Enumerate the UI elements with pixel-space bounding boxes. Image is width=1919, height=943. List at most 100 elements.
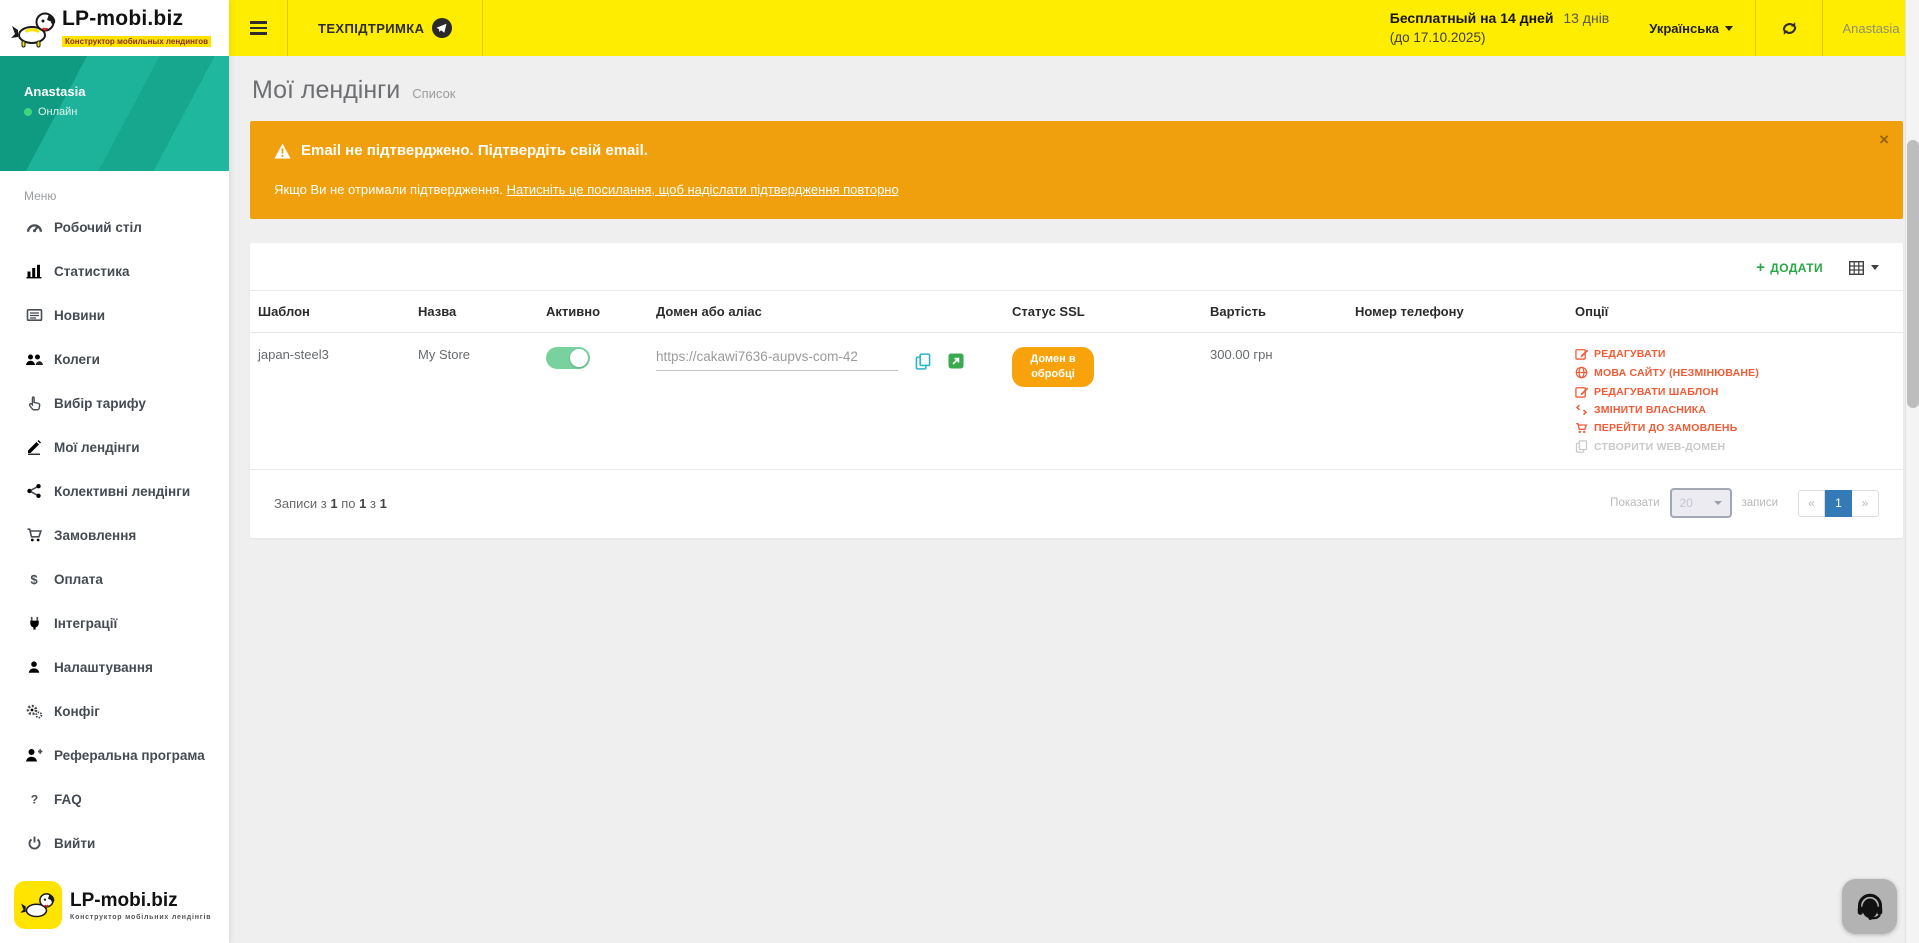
name-cell: My Store bbox=[410, 333, 538, 470]
site-language-option[interactable]: МОВА САЙТУ (НЕЗМІНЮВАНЕ) bbox=[1575, 366, 1897, 379]
page-scrollbar[interactable] bbox=[1905, 0, 1919, 943]
sidebar-item-label: Конфіг bbox=[54, 704, 100, 719]
prev-page-button[interactable]: « bbox=[1798, 490, 1825, 517]
footer-brand-tagline: Конструктор мобільних лендінгів bbox=[70, 914, 211, 921]
breadcrumb: Список bbox=[412, 86, 455, 101]
option-label: МОВА САЙТУ (НЕЗМІНЮВАНЕ) bbox=[1594, 367, 1759, 379]
create-web-domain-option: СТВОРИТИ WEB-ДОМЕН bbox=[1575, 440, 1897, 453]
change-owner-option[interactable]: ЗМІНИТИ ВЛАСНИКА bbox=[1575, 404, 1897, 416]
sidebar-item-colleagues[interactable]: Колеги bbox=[0, 337, 229, 381]
language-selector[interactable]: Українська bbox=[1627, 0, 1755, 56]
pager: « 1 » bbox=[1798, 490, 1879, 517]
users-icon bbox=[24, 351, 44, 367]
support-link[interactable]: ТЕХПІДТРИМКА bbox=[288, 0, 482, 56]
sidebar-item-label: Налаштування bbox=[54, 660, 153, 675]
records-summary: Записи з 1 по 1 з 1 bbox=[274, 496, 387, 511]
column-header: Шаблон bbox=[250, 291, 410, 333]
refresh-button[interactable] bbox=[1756, 0, 1822, 56]
support-chat-button[interactable] bbox=[1842, 879, 1897, 934]
footer-brand-logo[interactable]: LP-mobi.biz Конструктор мобільних лендін… bbox=[0, 871, 229, 943]
user-plus-icon bbox=[24, 747, 44, 763]
language-icon bbox=[1575, 366, 1590, 379]
trial-plan-label: Бесплатный на 14 дней bbox=[1390, 10, 1554, 26]
edit-template-option[interactable]: РЕДАГУВАТИ ШАБЛОН bbox=[1575, 385, 1897, 398]
option-label: ЗМІНИТИ ВЛАСНИКА bbox=[1594, 404, 1706, 416]
hand-icon bbox=[24, 395, 44, 411]
main-content: Мої лендінги Список × Email не підтвердж… bbox=[229, 56, 1919, 943]
sidebar-item-news[interactable]: Новини bbox=[0, 293, 229, 337]
page-size-select[interactable]: 20 bbox=[1670, 488, 1732, 518]
active-cell bbox=[538, 333, 648, 470]
sidebar-item-label: Мої лендінги bbox=[54, 440, 140, 455]
alert-body: Якщо Ви не отримали підтвердження. Натис… bbox=[274, 182, 1879, 197]
sidebar-item-label: Вибір тарифу bbox=[54, 396, 146, 411]
active-toggle[interactable] bbox=[546, 347, 590, 369]
page-1-button[interactable]: 1 bbox=[1825, 490, 1852, 517]
show-label: Показати bbox=[1610, 497, 1659, 509]
domain-input[interactable] bbox=[656, 347, 898, 371]
sidebar-item-collective-landings[interactable]: Колективні лендінги bbox=[0, 469, 229, 513]
trial-until-date: (до 17.10.2025) bbox=[1390, 28, 1610, 48]
svg-text:?: ? bbox=[30, 792, 37, 806]
next-page-button[interactable]: » bbox=[1852, 490, 1879, 517]
sidebar-item-label: Колеги bbox=[54, 352, 100, 367]
sidebar-item-tariff[interactable]: Вибір тарифу bbox=[0, 381, 229, 425]
options-cell: РЕДАГУВАТИ МОВА САЙТУ (НЕЗМІНЮВАНЕ) РЕДАГУ… bbox=[1567, 333, 1903, 470]
sidebar-item-orders[interactable]: Замовлення bbox=[0, 513, 229, 557]
sidebar-item-logout[interactable]: Вийти bbox=[0, 821, 229, 865]
brand-logo[interactable]: LP-mobi.biz Конструктор мобильных лендин… bbox=[0, 0, 229, 56]
dog-mascot-icon bbox=[8, 8, 60, 48]
sidebar-item-label: Колективні лендінги bbox=[54, 484, 190, 499]
sidebar-item-label: Робочий стіл bbox=[54, 220, 142, 235]
sidebar-item-settings[interactable]: Налаштування bbox=[0, 645, 229, 689]
column-header: Назва bbox=[410, 291, 538, 333]
ssl-status-cell: Домен в обробці bbox=[1004, 333, 1202, 470]
hamburger-menu-icon[interactable] bbox=[229, 0, 287, 56]
app: LP-mobi.biz Конструктор мобильных лендин… bbox=[0, 0, 1919, 943]
column-header: Активно bbox=[538, 291, 648, 333]
copy-icon bbox=[915, 353, 931, 370]
sidebar-item-integrations[interactable]: Інтеграції bbox=[0, 601, 229, 645]
chart-icon bbox=[24, 263, 44, 279]
edit-icon bbox=[1575, 347, 1590, 360]
columns-toggle-button[interactable] bbox=[1849, 261, 1879, 275]
gauge-icon bbox=[24, 219, 44, 236]
online-dot-icon bbox=[24, 108, 32, 116]
telegram-icon bbox=[432, 18, 452, 38]
open-site-button[interactable] bbox=[948, 353, 964, 372]
price-cell: 300.00 грн bbox=[1202, 333, 1347, 470]
sidebar-item-label: FAQ bbox=[54, 792, 82, 807]
sidebar-item-my-landings[interactable]: Мої лендінги bbox=[0, 425, 229, 469]
online-status: Онлайн bbox=[24, 106, 77, 118]
dog-mascot-icon bbox=[18, 889, 58, 921]
option-label: РЕДАГУВАТИ bbox=[1594, 348, 1666, 360]
close-icon[interactable]: × bbox=[1879, 131, 1889, 148]
sidebar-item-statistics[interactable]: Статистика bbox=[0, 249, 229, 293]
sidebar-item-faq[interactable]: ? FAQ bbox=[0, 777, 229, 821]
scrollbar-thumb[interactable] bbox=[1907, 140, 1919, 408]
edit-icon bbox=[1575, 385, 1590, 398]
table-row: japan-steel3 My Store bbox=[250, 333, 1903, 470]
chevron-down-icon bbox=[1725, 26, 1733, 31]
resend-confirmation-link[interactable]: Натисніть це посилання, щоб надіслати пі… bbox=[507, 182, 899, 197]
sidebar-item-referral[interactable]: Реферальна програма bbox=[0, 733, 229, 777]
table-footer: Записи з 1 по 1 з 1 Показати 20 записи bbox=[250, 470, 1903, 538]
column-header: Опції bbox=[1567, 291, 1903, 333]
add-landing-button[interactable]: + ДОДАТИ bbox=[1756, 259, 1823, 276]
sidebar-item-payment[interactable]: $Оплата bbox=[0, 557, 229, 601]
chevron-down-icon bbox=[1871, 265, 1879, 270]
go-to-orders-option[interactable]: ПЕРЕЙТИ ДО ЗАМОВЛЕНЬ bbox=[1575, 422, 1897, 434]
cart-icon bbox=[24, 527, 44, 543]
exchange-icon bbox=[1575, 404, 1590, 416]
sidebar-item-config[interactable]: Конфіг bbox=[0, 689, 229, 733]
landings-table: ШаблонНазваАктивноДомен або аліасСтатус … bbox=[250, 290, 1903, 470]
copy-domain-button[interactable] bbox=[915, 353, 931, 373]
news-icon bbox=[24, 307, 44, 323]
column-header: Номер телефону bbox=[1347, 291, 1567, 333]
column-header: Вартість bbox=[1202, 291, 1347, 333]
email-warning-banner: × Email не підтверджено. Підтвердіть сві… bbox=[250, 121, 1903, 219]
records-label: записи bbox=[1742, 497, 1779, 509]
sidebar-item-dashboard[interactable]: Робочий стіл bbox=[0, 205, 229, 249]
edit-landing-option[interactable]: РЕДАГУВАТИ bbox=[1575, 347, 1897, 360]
page-title: Мої лендінги bbox=[252, 76, 400, 105]
